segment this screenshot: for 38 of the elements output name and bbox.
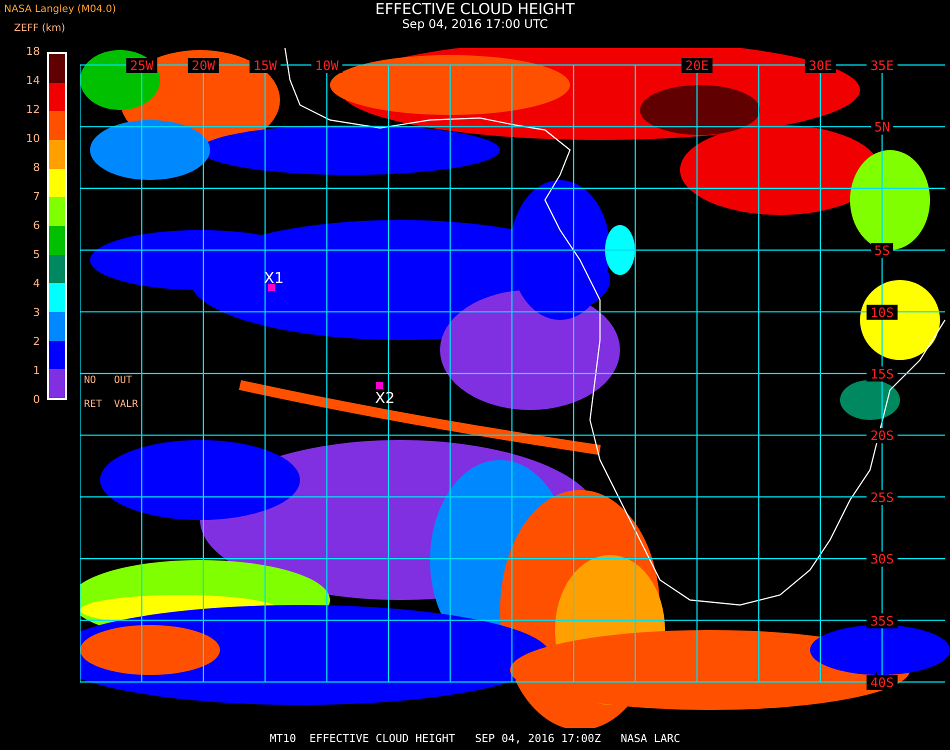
scale-tick-label: 18 xyxy=(26,45,40,59)
latitude-label: 25S xyxy=(870,490,894,506)
longitude-label: 15W xyxy=(253,59,277,74)
scale-tick-label: 5 xyxy=(33,248,40,262)
latitude-label: 10S xyxy=(870,306,894,321)
latitude-label: 5S xyxy=(874,244,890,260)
scale-tick-label: 10 xyxy=(26,132,40,146)
longitude-label: 10W xyxy=(315,59,339,74)
scale-tick-label: 2 xyxy=(33,335,40,349)
unit-label: ZEFF (km) xyxy=(13,23,66,34)
legend-note: OUT xyxy=(114,375,132,386)
scale-tick-label: 4 xyxy=(33,277,40,291)
scale-tick-label: 14 xyxy=(26,74,40,88)
scale-tick-label: 12 xyxy=(26,103,40,117)
longitude-label: 20W xyxy=(192,59,216,74)
source-label: NASA Langley (M04.0) xyxy=(4,3,116,17)
scale-tick-label: 0 xyxy=(33,393,40,407)
longitude-label: 30E xyxy=(808,59,832,74)
longitude-label: 35E xyxy=(870,59,894,74)
scale-tick-label: 7 xyxy=(33,190,40,204)
longitude-label: 20E xyxy=(685,59,709,74)
scale-tick-label: 6 xyxy=(33,219,40,233)
latitude-label: 40S xyxy=(870,676,894,691)
latitude-label: 5N xyxy=(874,120,890,136)
longitude-label: 25W xyxy=(130,59,154,74)
legend-note: VALR xyxy=(114,399,138,410)
latitude-label: 15S xyxy=(870,368,894,382)
legend-note: RET xyxy=(84,399,102,410)
timestamp: Sep 04, 2016 17:00 UTC xyxy=(402,17,548,31)
latitude-label: 20S xyxy=(870,429,894,444)
latitude-label: 35S xyxy=(870,614,894,630)
legend-note: NO xyxy=(84,375,96,386)
scale-tick-label: 3 xyxy=(33,306,40,320)
footer-caption: MT10 EFFECTIVE CLOUD HEIGHT SEP 04, 2016 17:00Z NASA LARC xyxy=(268,731,682,747)
map-title: EFFECTIVE CLOUD HEIGHT xyxy=(375,1,575,17)
latitude-label: 30S xyxy=(870,552,894,568)
scale-tick-label: 8 xyxy=(33,161,40,175)
scale-tick-label: 1 xyxy=(33,364,40,378)
